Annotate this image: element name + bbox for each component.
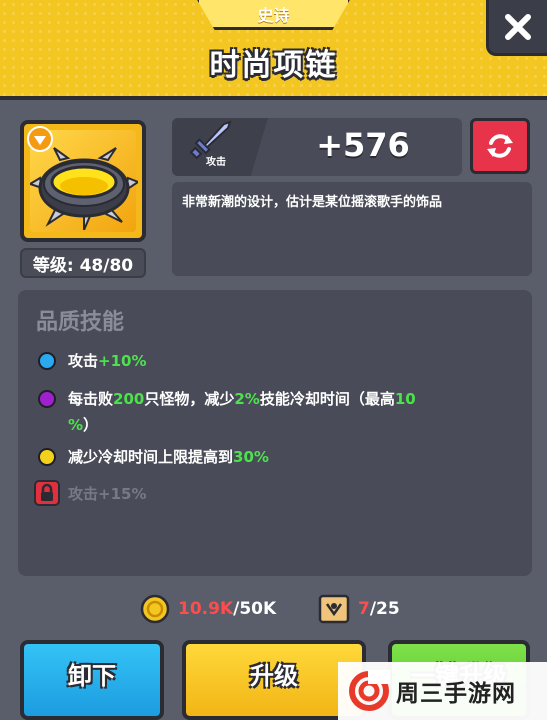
scroll-icon	[318, 594, 350, 624]
quality-badge-icon	[27, 126, 53, 152]
skill-item-locked: 攻击+15%	[68, 485, 147, 503]
refresh-button[interactable]	[470, 118, 530, 174]
item-level: 等级: 48/80	[20, 248, 146, 278]
site-watermark: 周三手游网	[338, 662, 547, 720]
watermark-text: 周三手游网	[396, 681, 516, 707]
scroll-current: 7	[358, 599, 370, 619]
gold-current: 10.9K	[178, 599, 234, 619]
lock-icon	[34, 480, 60, 506]
scroll-resource: 7/25	[318, 594, 400, 624]
skill-item: 攻击+10%	[68, 352, 147, 370]
rarity-label: 史诗	[257, 6, 290, 25]
skill-yellow-dot-icon	[38, 448, 56, 466]
unequip-button[interactable]: 卸下	[20, 640, 164, 720]
skill-purple-dot-icon	[38, 390, 56, 408]
gold-total: /50K	[233, 599, 277, 619]
gold-coin-icon	[140, 594, 170, 624]
attack-label: 攻击	[206, 157, 226, 168]
close-button[interactable]	[486, 0, 547, 56]
close-icon	[505, 13, 531, 40]
item-description: 非常新潮的设计，估计是某位摇滚歌手的饰品	[182, 195, 443, 210]
quality-skills-title: 品质技能	[36, 310, 125, 335]
skill-item: 每击败200只怪物，减少2%技能冷却时间（最高10%）	[68, 390, 416, 434]
attack-value: +576	[316, 126, 410, 164]
scroll-total: /25	[369, 599, 400, 619]
item-title: 时尚项链	[209, 48, 338, 83]
refresh-icon	[487, 134, 513, 158]
watermark-logo-icon	[349, 670, 390, 711]
gold-resource: 10.9K/50K	[140, 594, 276, 624]
skill-blue-dot-icon	[38, 352, 56, 370]
skill-item: 减少冷却时间上限提高到30%	[68, 448, 269, 466]
